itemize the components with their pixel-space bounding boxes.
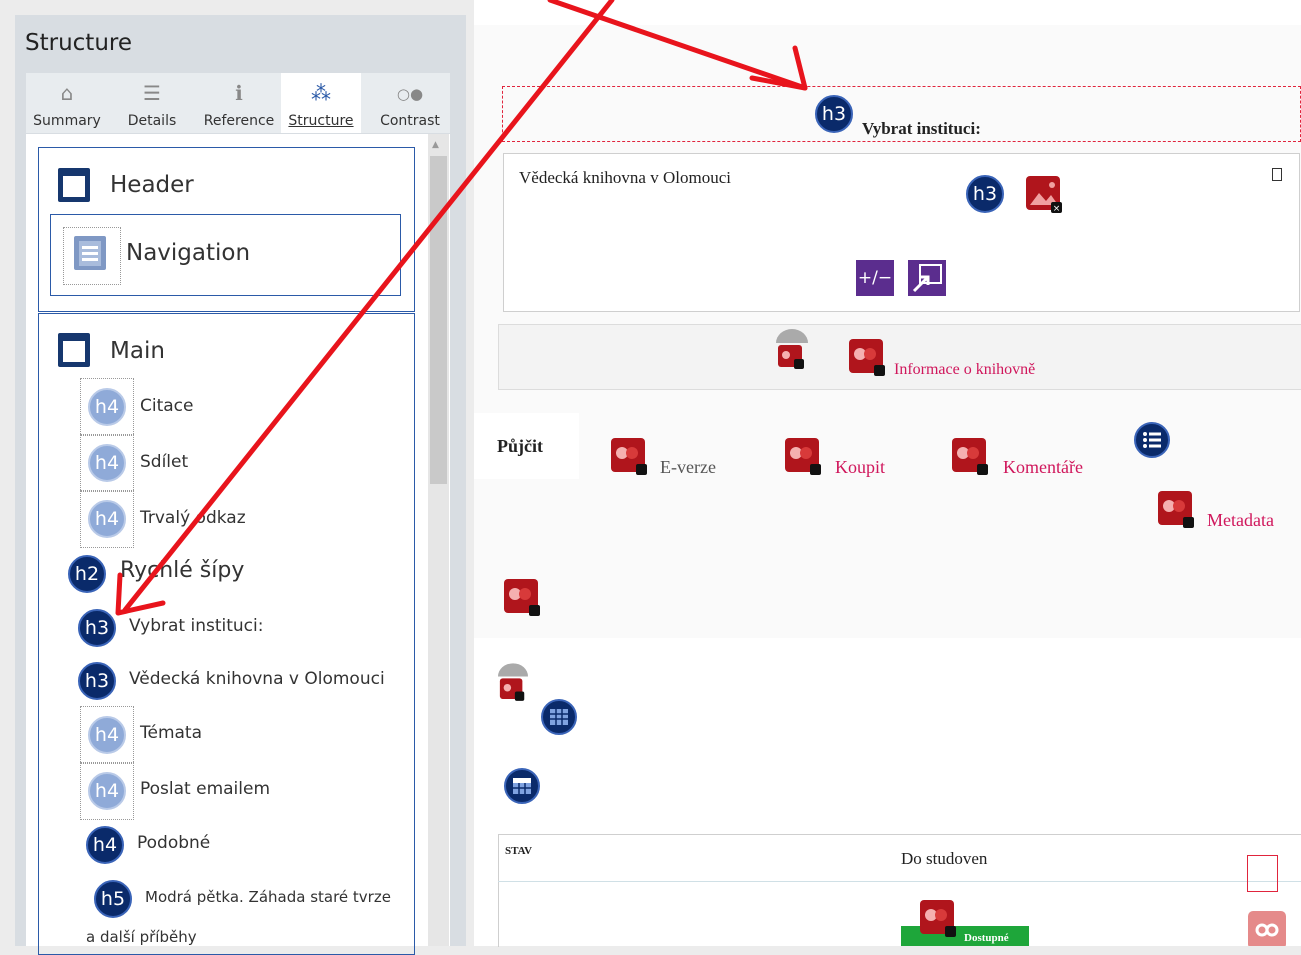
- image-missing-alt-icon: [504, 579, 540, 616]
- heading-level-badge: h5: [94, 880, 132, 918]
- heading-item-podobne[interactable]: Podobné: [137, 833, 210, 853]
- tab-reference[interactable]: ℹ Reference: [196, 73, 282, 133]
- heading-item-vedecka-knihovna[interactable]: Vědecká knihovna v Olomouci: [129, 669, 385, 689]
- tab-structure[interactable]: ⁂ Structure: [281, 73, 361, 133]
- heading-item-vybrat-instituci[interactable]: Vybrat instituci:: [129, 616, 263, 636]
- image-missing-alt-icon: [920, 900, 956, 937]
- toggle-icon: ○●: [396, 85, 424, 103]
- heading-item-trvaly-odkaz[interactable]: Trvalý odkaz: [140, 508, 246, 528]
- location-cell: Do studoven: [901, 849, 988, 868]
- heading-level-badge: h4: [88, 388, 126, 426]
- library-info-link[interactable]: Informace o knihovně: [894, 361, 1035, 379]
- list-icon: ☰: [143, 81, 161, 105]
- header-landmark-icon: [58, 168, 90, 202]
- tab-details[interactable]: ☰ Details: [116, 73, 188, 133]
- tab-contrast[interactable]: ○● Contrast: [370, 73, 450, 133]
- image-missing-alt-icon: [1158, 491, 1194, 528]
- main-landmark-icon: [58, 333, 90, 367]
- image-missing-alt-icon: [952, 438, 988, 475]
- heading-item-continuation: a další příběhy: [86, 928, 197, 946]
- tab-label: Contrast: [380, 113, 440, 129]
- heading-level-badge: h3: [966, 175, 1004, 213]
- table-row-divider: [498, 881, 1301, 882]
- aria-expanded-icon: +/−: [856, 260, 894, 296]
- heading-level-badge: h4: [88, 772, 126, 810]
- availability-label: Dostupné: [964, 932, 1009, 944]
- tab-borrow-label: Půjčit: [497, 436, 543, 456]
- holdings-table: [498, 834, 1301, 947]
- library-info-bar: [498, 324, 1301, 390]
- main-label: Main: [110, 338, 165, 364]
- tab-summary[interactable]: ⌂ Summary: [26, 73, 108, 133]
- tab-label: Details: [127, 113, 177, 129]
- dropdown-icon[interactable]: [1272, 168, 1282, 181]
- list-structure-icon: [1134, 422, 1170, 458]
- image-missing-alt-icon: [776, 329, 808, 369]
- empty-link-highlight: [1247, 855, 1278, 892]
- heading-item-citace[interactable]: Citace: [140, 396, 193, 416]
- institution-name: Vědecká knihovna v Olomouci: [519, 168, 731, 187]
- sitemap-icon: ⁂: [311, 81, 331, 105]
- heading-level-badge: h4: [88, 444, 126, 482]
- svg-text:×: ×: [1053, 204, 1061, 213]
- heading-item-sdilet[interactable]: Sdílet: [140, 452, 188, 472]
- heading-level-badge: h3: [78, 662, 116, 700]
- info-icon: ℹ: [235, 81, 243, 105]
- panel-tabs: ⌂ Summary ☰ Details ℹ Reference ⁂ Struct…: [26, 73, 450, 133]
- image-missing-alt-icon: ×: [1026, 176, 1062, 213]
- heading-level-badge: h4: [86, 826, 124, 864]
- image-missing-alt-icon: [611, 438, 647, 475]
- top-strip: [474, 0, 1301, 25]
- header-label: Header: [110, 172, 194, 198]
- tab-label: Reference: [203, 113, 275, 129]
- tab-label: Summary: [33, 113, 101, 129]
- select-institution-heading: Vybrat instituci:: [862, 119, 981, 138]
- heading-level-badge: h2: [68, 555, 106, 593]
- tab-comments[interactable]: Komentáře: [1003, 457, 1083, 478]
- image-missing-alt-icon: [498, 663, 528, 701]
- status-column-header: STAV: [505, 845, 533, 857]
- scroll-up-icon[interactable]: ▲: [432, 140, 439, 150]
- heading-level-badge: h3: [815, 95, 853, 133]
- heading-item-modra-petka[interactable]: Modrá pětka. Záhada staré tvrze: [145, 888, 391, 906]
- tab-label: Structure: [288, 113, 354, 129]
- tab-buy[interactable]: Koupit: [835, 457, 885, 478]
- link-icon: [1248, 911, 1286, 946]
- tab-metadata[interactable]: Metadata: [1207, 510, 1274, 531]
- heading-level-badge: h4: [88, 500, 126, 538]
- aria-popup-icon: [908, 260, 946, 296]
- heading-item-rychle-sipy[interactable]: Rychlé šípy: [120, 558, 244, 583]
- table-icon: [541, 699, 577, 735]
- heading-level-badge: h3: [78, 609, 116, 647]
- heading-item-poslat-emailem[interactable]: Poslat emailem: [140, 779, 270, 799]
- heading-item-temata[interactable]: Témata: [140, 723, 202, 743]
- navigation-label: Navigation: [126, 240, 251, 266]
- navigation-landmark-icon: [74, 236, 106, 270]
- scrollbar-thumb[interactable]: [430, 156, 447, 484]
- table-header-icon: [504, 768, 540, 804]
- image-missing-alt-icon: [849, 339, 885, 376]
- panel-title: Structure: [25, 30, 132, 56]
- heading-level-badge: h4: [88, 716, 126, 754]
- image-missing-alt-icon: [785, 438, 821, 475]
- home-icon: ⌂: [60, 81, 74, 105]
- tab-everze[interactable]: E-verze: [660, 457, 716, 478]
